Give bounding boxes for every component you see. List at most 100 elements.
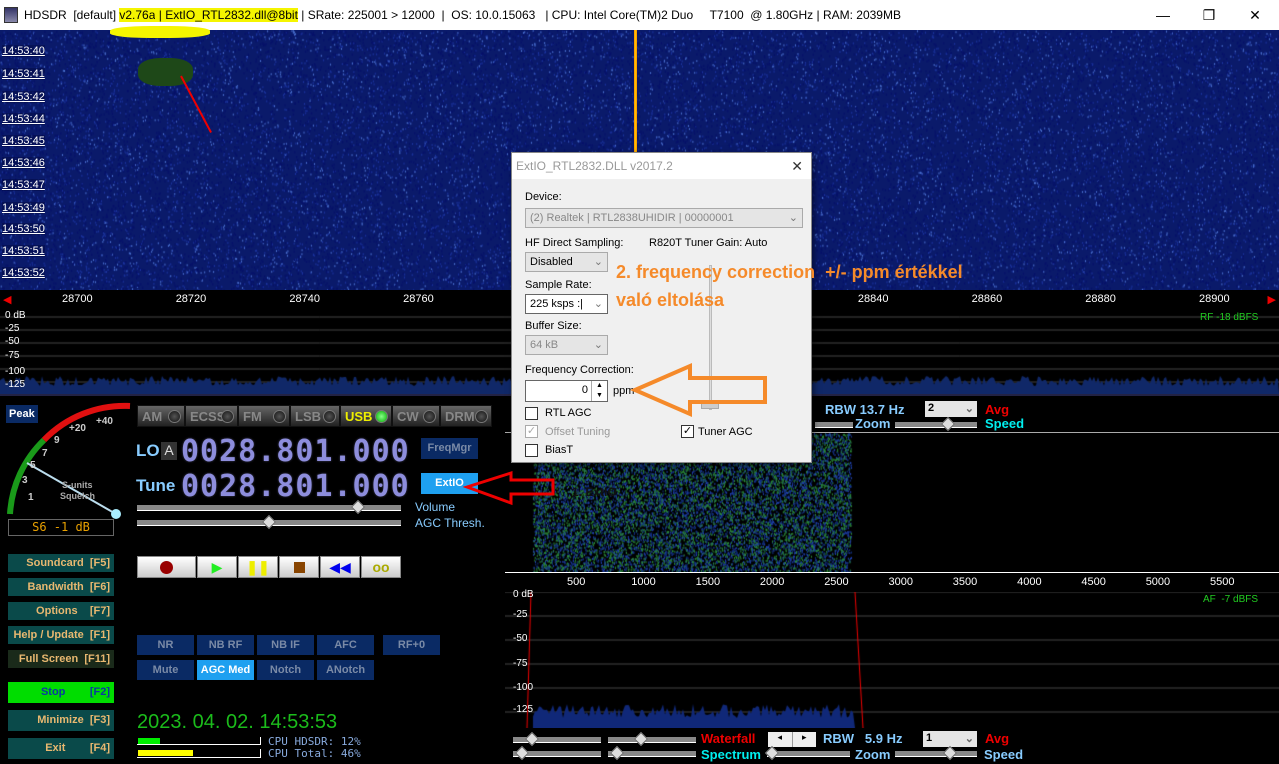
mode-button-drm[interactable]: DRM [440, 405, 492, 427]
af-speed-label: Speed [984, 747, 1024, 762]
af-tick-label: 4000 [1017, 576, 1042, 588]
dsp-button-nb-if[interactable]: NB IF [257, 635, 314, 655]
left-button-3[interactable]: Help / Update [F1] [8, 626, 114, 644]
tuner-agc-checkbox[interactable]: ✓ [681, 425, 694, 438]
chevron-down-icon: ⌄ [964, 733, 974, 745]
scroll-right-icon[interactable]: ▶ [1268, 293, 1276, 306]
led-indicator-icon [475, 410, 488, 423]
shift-right-button[interactable]: ▸ [793, 732, 817, 747]
dsp-button-agc-med[interactable]: AGC Med [197, 660, 254, 680]
mode-button-usb[interactable]: USB [340, 405, 392, 427]
loop-button[interactable]: oo [361, 556, 401, 578]
freqmgr-button[interactable]: FreqMgr [421, 438, 478, 459]
maximize-button[interactable]: ❐ [1186, 0, 1232, 30]
rtl-agc-checkbox[interactable] [525, 407, 538, 420]
af-tick-label: 5500 [1210, 576, 1235, 588]
buffer-size-select[interactable]: 64 kB ⌄ [525, 335, 608, 355]
rf-zoom-label: Zoom [855, 416, 891, 431]
rewind-button[interactable]: ◀◀ [320, 556, 360, 578]
scroll-left-icon[interactable]: ◀ [3, 293, 11, 306]
tune-label: Tune [136, 476, 176, 495]
dsp-button-notch[interactable]: Notch [257, 660, 314, 680]
af-frequency-scale[interactable]: 500 1000 1500 2000 2500 3000 3500 4000 4500 5000 5… [505, 572, 1279, 592]
dsp-button-afc[interactable]: AFC [317, 635, 374, 655]
stop-playback-button[interactable] [279, 556, 319, 578]
rf-tick-label: 28840 [857, 293, 889, 305]
rf-speed-knob[interactable] [940, 416, 956, 432]
af-sp-slider-1[interactable] [513, 745, 601, 761]
left-button-4[interactable]: Full Screen [F11] [8, 650, 114, 668]
slider-knob[interactable] [514, 745, 530, 761]
dsp-button-anotch[interactable]: ANotch [317, 660, 374, 680]
record-button[interactable] [137, 556, 196, 578]
volume-slider[interactable] [137, 499, 401, 515]
af-speed-slider[interactable] [895, 745, 977, 761]
slider-knob[interactable] [524, 731, 540, 747]
af-spectrum[interactable] [505, 592, 1279, 728]
af-avg-select[interactable]: 1 ⌄ [923, 731, 977, 747]
rf-tick-label: 28880 [1085, 293, 1116, 305]
rf-avg-select[interactable]: 2 ⌄ [925, 401, 977, 417]
mode-button-ecss[interactable]: ECSS [185, 405, 238, 427]
play-button[interactable]: ▶ [197, 556, 237, 578]
mode-button-am[interactable]: AM [137, 405, 185, 427]
waterfall-time-label: 14:53:40 [2, 45, 45, 57]
mode-button-fm[interactable]: FM [238, 405, 290, 427]
rf-tick-label: 28740 [289, 293, 320, 305]
slider-knob[interactable] [764, 745, 780, 761]
af-wf-slider-2[interactable] [608, 731, 696, 747]
led-indicator-icon [323, 410, 336, 423]
freq-correction-input[interactable]: 0 ▲ ▼ [525, 380, 608, 402]
slider-knob[interactable] [633, 731, 649, 747]
dsp-button-nr[interactable]: NR [137, 635, 194, 655]
rf-level: RF -18 dBFS [1200, 312, 1259, 323]
sample-rate-label: Sample Rate: [525, 279, 592, 291]
dialog-close-button[interactable]: ✕ [791, 158, 803, 175]
close-button[interactable]: ✕ [1232, 0, 1278, 30]
hf-sampling-select[interactable]: Disabled ⌄ [525, 252, 608, 272]
waterfall-time-label: 14:53:41 [2, 68, 45, 80]
left-button-7[interactable]: Exit [F4] [8, 738, 114, 759]
vfo-a-button[interactable]: A [161, 442, 177, 460]
s-meter: 1 3 5 7 9 +20 +40 S-units Squelch [7, 402, 131, 519]
dsp-button-nb-rf[interactable]: NB RF [197, 635, 254, 655]
sample-rate-select[interactable]: 225 ksps :| ⌄ [525, 294, 608, 314]
mode-button-cw[interactable]: CW [392, 405, 440, 427]
af-wf-slider-1[interactable] [513, 731, 601, 747]
mode-label: LSB [295, 409, 321, 424]
af-tick-label: 500 [567, 576, 586, 588]
left-button-0[interactable]: Soundcard [F5] [8, 554, 114, 572]
device-label: Device: [525, 191, 562, 203]
waterfall-time-label: 14:53:44 [2, 113, 45, 125]
lo-frequency[interactable]: 0028.801.000 [181, 434, 410, 469]
af-zoom-slider[interactable] [764, 745, 850, 761]
af-sp-slider-2[interactable] [608, 745, 696, 761]
slider-knob[interactable] [942, 745, 958, 761]
slider-knob[interactable] [609, 745, 625, 761]
pause-button[interactable]: ❚❚ [238, 556, 278, 578]
left-button-6[interactable]: Minimize [F3] [8, 710, 114, 731]
app-icon [4, 7, 18, 23]
rf-db-label: -75 [5, 350, 20, 361]
left-button-5[interactable]: Stop [F2] [8, 682, 114, 703]
led-indicator-icon [375, 410, 388, 423]
biast-checkbox[interactable] [525, 444, 538, 457]
device-select[interactable]: (2) Realtek | RTL2838UHIDIR | 00000001 ⌄ [525, 208, 803, 228]
dialog-title: ExtIO_RTL2832.DLL v2017.2 [512, 153, 811, 179]
rf-tick-label: 28900 [1199, 293, 1230, 305]
offset-tuning-checkbox[interactable]: ✓ [525, 425, 538, 438]
left-button-2[interactable]: Options [F7] [8, 602, 114, 620]
dsp-button-mute[interactable]: Mute [137, 660, 194, 680]
rf-speed-slider[interactable] [895, 416, 977, 432]
dsp-button-rf-0[interactable]: RF+0 [383, 635, 440, 655]
left-button-1[interactable]: Bandwidth [F6] [8, 578, 114, 596]
spinner-icon[interactable]: ▲ ▼ [591, 381, 607, 401]
agc-thresh-slider[interactable] [137, 514, 401, 530]
play-icon: ▶ [211, 559, 223, 575]
rf-zoom-slider[interactable] [815, 422, 853, 428]
minimize-button[interactable]: — [1140, 0, 1186, 30]
tune-frequency[interactable]: 0028.801.000 [181, 469, 410, 504]
agc-thresh-slider-knob[interactable] [261, 514, 277, 530]
svg-text:7: 7 [42, 448, 48, 459]
mode-button-lsb[interactable]: LSB [290, 405, 340, 427]
